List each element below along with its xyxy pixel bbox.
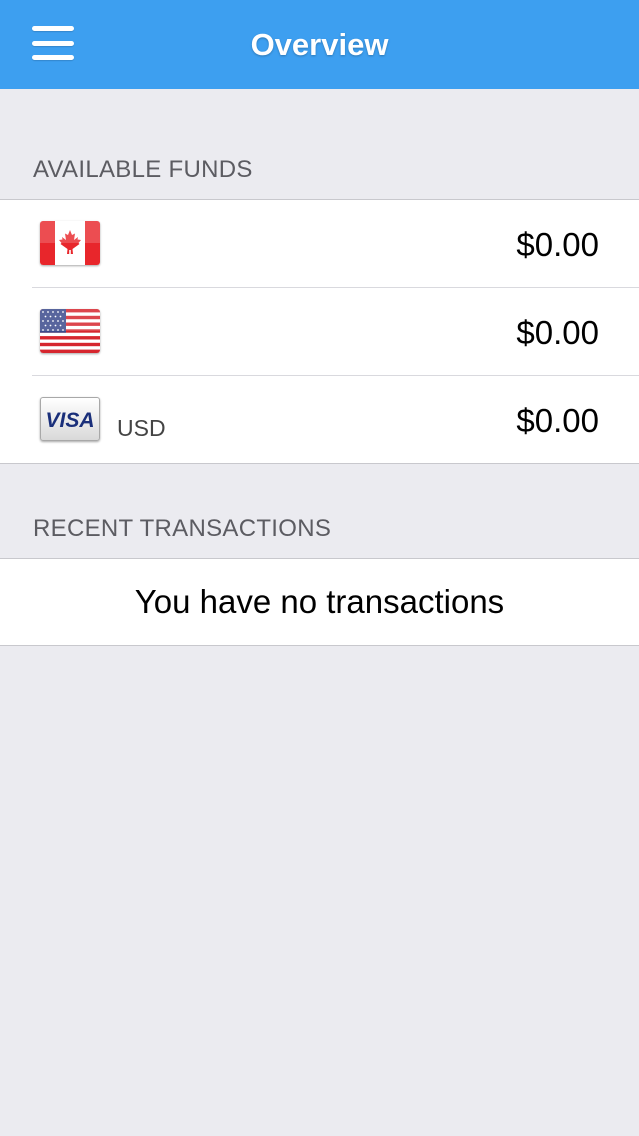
menu-bar-line: [32, 26, 74, 31]
recent-transactions-header: RECENT TRANSACTIONS: [33, 515, 332, 542]
transactions-list: You have no transactions: [0, 558, 639, 646]
fund-amount: $0.00: [516, 402, 599, 439]
usa-flag-icon: [40, 309, 100, 353]
canada-flag-icon: [40, 221, 100, 265]
menu-bar-line: [32, 40, 74, 46]
empty-transactions-message: You have no transactions: [134, 583, 505, 620]
hamburger-menu-icon[interactable]: [32, 26, 76, 60]
svg-text:VISA: VISA: [45, 409, 94, 432]
fund-row-usd[interactable]: $0.00: [0, 287, 639, 375]
funds-list: $0.00 $0.00 VISA USD $0.00: [0, 199, 639, 464]
page-title: Overview: [250, 26, 389, 62]
fund-row-visa[interactable]: VISA USD $0.00: [0, 375, 639, 463]
available-funds-header: AVAILABLE FUNDS: [33, 156, 253, 183]
fund-amount: $0.00: [516, 314, 599, 351]
fund-row-cad[interactable]: $0.00: [0, 200, 639, 287]
visa-card-icon: VISA: [40, 397, 100, 441]
fund-amount: $0.00: [516, 226, 599, 263]
menu-bar-line: [32, 55, 74, 60]
navigation-bar: Overview: [0, 0, 639, 89]
currency-label: USD: [117, 415, 166, 441]
